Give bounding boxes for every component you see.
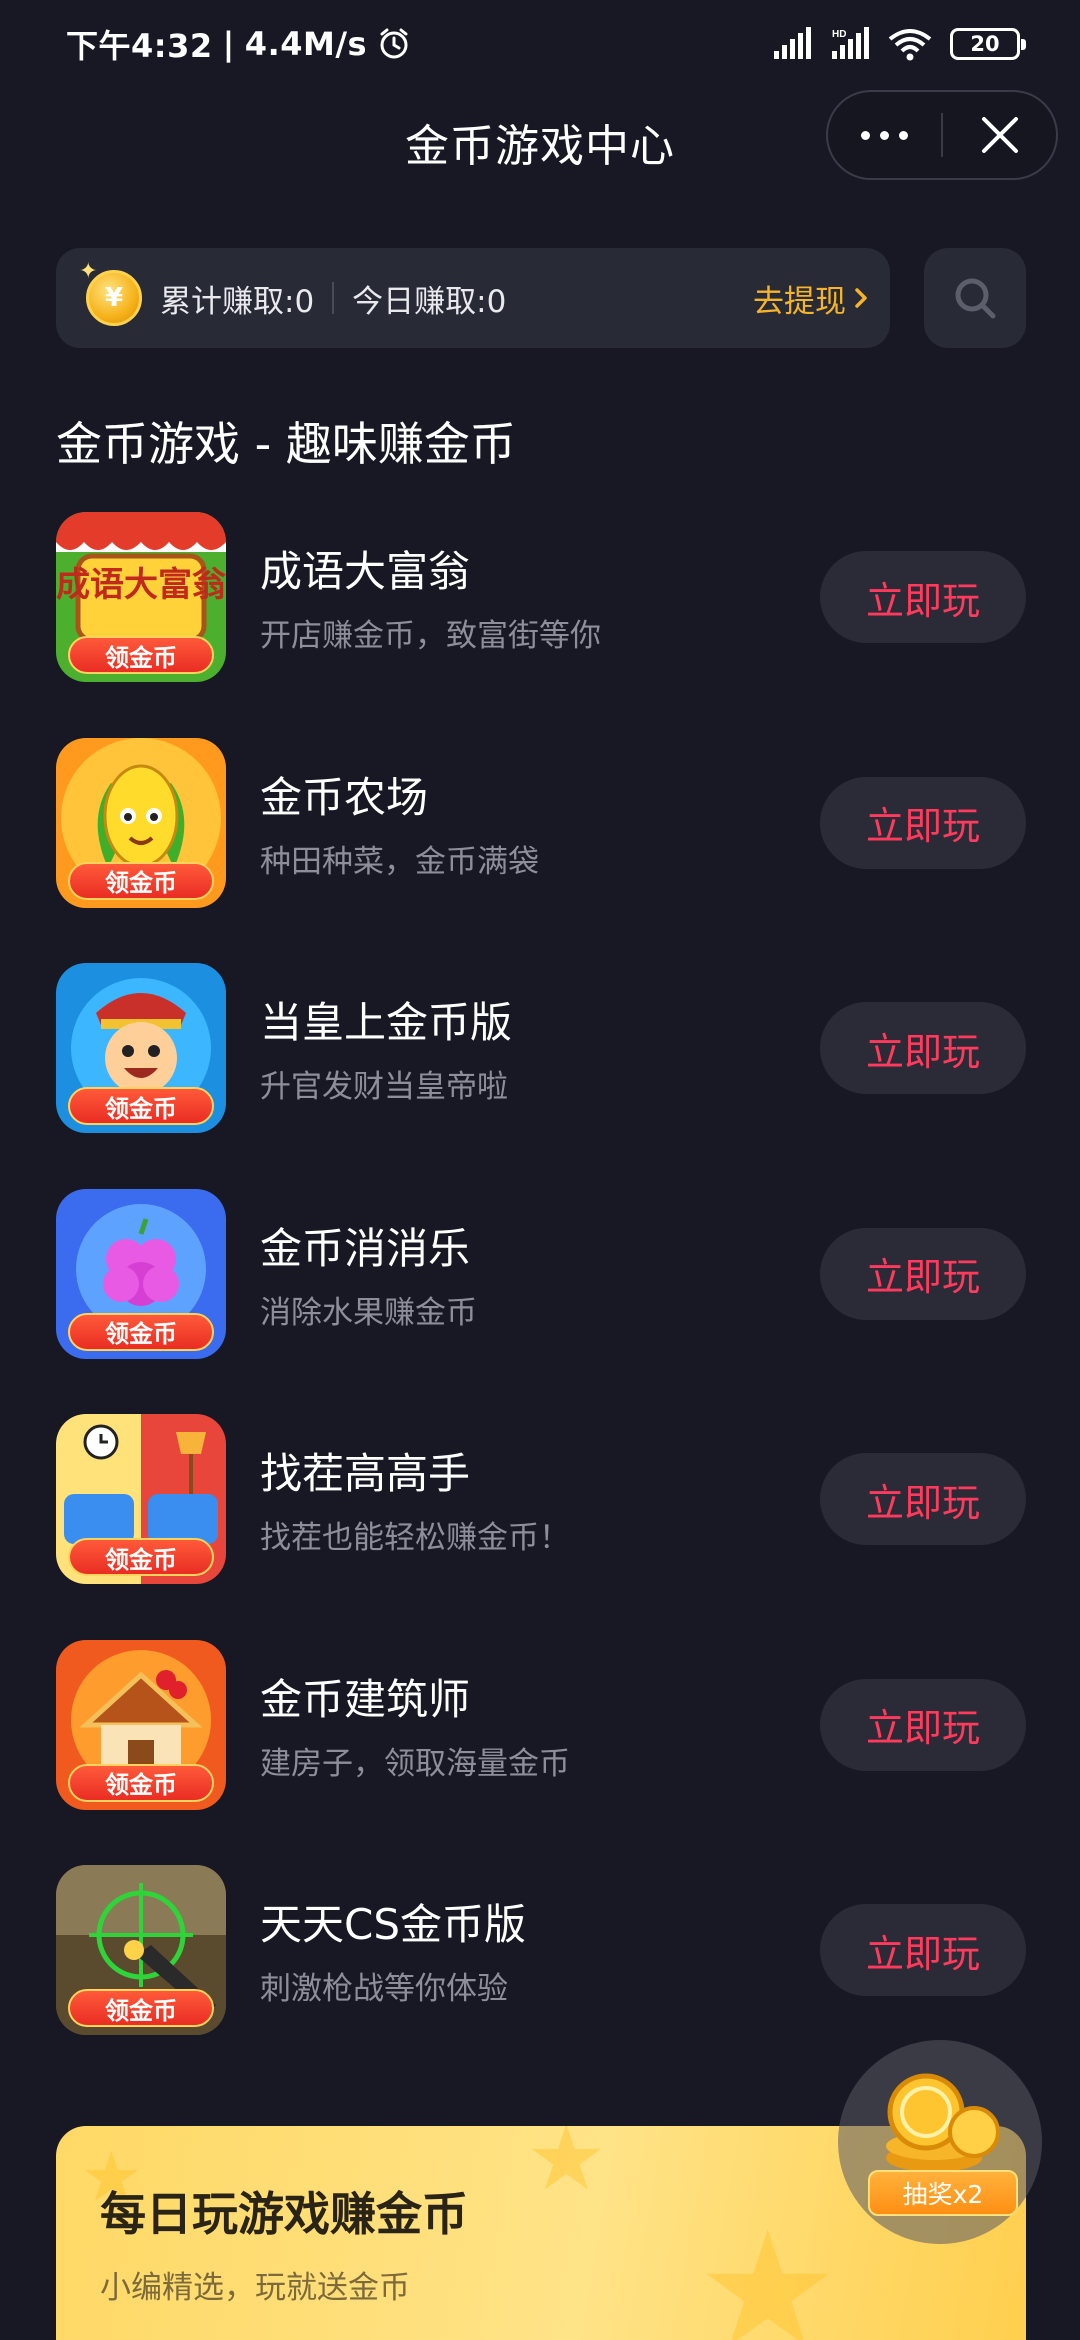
play-button[interactable]: 立即玩 — [820, 1904, 1026, 1996]
play-button[interactable]: 立即玩 — [820, 1002, 1026, 1094]
banner-title: 每日玩游戏赚金币 — [100, 2187, 468, 2241]
search-button[interactable] — [924, 248, 1026, 348]
coin-icon: ✦ ¥ — [79, 259, 142, 326]
game-icon-cs-shooter: 领金币 — [56, 1865, 226, 2035]
star-decoration-icon: ★ — [526, 2126, 607, 2211]
wifi-icon — [888, 29, 932, 61]
battery-level: 20 — [970, 32, 1000, 56]
game-icon-match-three: 领金币 — [56, 1188, 226, 1359]
more-button[interactable] — [828, 92, 941, 178]
search-icon — [955, 278, 996, 319]
game-name: 当皇上金币版 — [260, 998, 513, 1047]
game-item[interactable]: 领金币 找茬高高手 找茬也能轻松赚金币！ 立即玩 — [0, 1412, 1080, 1638]
game-item[interactable]: 领金币 当皇上金币版 升官发财当皇帝啦 立即玩 — [0, 961, 1080, 1187]
section-title: 金币游戏 - 趣味赚金币 — [56, 417, 516, 471]
badge: 领金币 — [68, 1087, 214, 1125]
more-dot — [880, 130, 889, 140]
chevron-right-icon — [855, 288, 867, 308]
game-item[interactable]: 领金币 金币消消乐 消除水果赚金币 立即玩 — [0, 1187, 1080, 1413]
status-right: HD 20 — [772, 27, 1026, 61]
close-button[interactable] — [943, 92, 1056, 178]
game-icon-spot-difference: 领金币 — [56, 1414, 226, 1584]
earnings-divider — [332, 282, 335, 314]
game-list: 成语大富翁 领金币 成语大富翁 开店赚金币，致富街等你 立即玩 领金币 金币农场… — [0, 510, 1080, 2089]
badge: 领金币 — [68, 1538, 214, 1576]
game-item[interactable]: 成语大富翁 领金币 成语大富翁 开店赚金币，致富街等你 立即玩 — [0, 510, 1080, 736]
game-icon-builder: 领金币 — [56, 1639, 226, 1810]
game-name: 金币建筑师 — [260, 1674, 471, 1724]
coin-stack-icon — [886, 2073, 1000, 2172]
game-name: 天天CS金币版 — [260, 1900, 526, 1949]
game-name: 金币农场 — [260, 772, 429, 822]
badge: 领金币 — [68, 1763, 214, 1802]
network-speed: 4.4M/s — [244, 25, 368, 63]
status-separator: | — [222, 25, 235, 63]
title-bar: 金币游戏中心 — [0, 88, 1080, 198]
badge: 领金币 — [68, 1312, 214, 1351]
mini-program-capsule — [826, 90, 1058, 180]
cellular-signal-icon — [774, 27, 811, 59]
lottery-float-button[interactable]: 抽奖x2 — [838, 2040, 1042, 2244]
alarm-clock-icon — [380, 28, 408, 59]
lottery-label: 抽奖x2 — [868, 2170, 1018, 2216]
play-button[interactable]: 立即玩 — [820, 551, 1026, 643]
more-dots-icon — [861, 130, 870, 140]
icon-art-text: 成语大富翁 — [56, 565, 226, 605]
game-icon-idiom-tycoon: 成语大富翁 领金币 — [56, 512, 226, 682]
more-dot — [899, 130, 908, 140]
play-button[interactable]: 立即玩 — [820, 776, 1026, 869]
game-description: 找茬也能轻松赚金币！ — [260, 1520, 570, 1556]
game-name: 成语大富翁 — [260, 547, 471, 596]
game-description: 消除水果赚金币 — [260, 1294, 477, 1331]
star-decoration-icon: ★ — [696, 2196, 840, 2340]
game-description: 升官发财当皇帝啦 — [260, 1069, 508, 1105]
status-time: 下午4:32 — [66, 27, 213, 65]
earnings-bar: ✦ ¥ 累计赚取:0 今日赚取:0 去提现 — [56, 248, 890, 348]
game-icon-emperor: 领金币 — [56, 963, 226, 1133]
play-button[interactable]: 立即玩 — [820, 1678, 1026, 1771]
coin-symbol: ¥ — [104, 283, 124, 313]
game-icon-coin-farm: 领金币 — [56, 737, 226, 908]
badge: 领金币 — [68, 636, 214, 674]
badge: 领金币 — [68, 1989, 214, 2027]
status-bar: 下午4:32 | 4.4M/s HD 20 — [0, 0, 1080, 88]
battery-icon: 20 — [950, 28, 1026, 60]
cellular-signal-hd-icon: HD — [832, 27, 869, 59]
game-description: 开店赚金币，致富街等你 — [260, 618, 601, 654]
game-description: 刺激枪战等你体验 — [260, 1971, 508, 2007]
game-name: 金币消消乐 — [260, 1223, 471, 1273]
withdraw-link[interactable]: 去提现 — [753, 276, 868, 321]
banner-subtitle: 小编精选，玩就送金币 — [100, 2270, 410, 2306]
game-item[interactable]: 领金币 金币建筑师 建房子，领取海量金币 立即玩 — [0, 1638, 1080, 1864]
game-description: 建房子，领取海量金币 — [260, 1745, 570, 1782]
game-name: 找茬高高手 — [260, 1449, 471, 1498]
game-description: 种田种菜，金币满袋 — [260, 843, 539, 880]
withdraw-label: 去提现 — [753, 283, 846, 320]
status-left: 下午4:32 | 4.4M/s — [66, 21, 411, 67]
svg-text:HD: HD — [832, 29, 846, 40]
close-icon — [981, 117, 1018, 153]
play-button[interactable]: 立即玩 — [820, 1453, 1026, 1545]
sparkle-icon: ✦ — [79, 259, 98, 284]
total-earned: 累计赚取:0 — [160, 283, 315, 320]
game-item[interactable]: 领金币 金币农场 种田种菜，金币满袋 立即玩 — [0, 736, 1080, 962]
today-earned: 今日赚取:0 — [352, 283, 507, 320]
play-button[interactable]: 立即玩 — [820, 1227, 1026, 1320]
badge: 领金币 — [68, 861, 214, 900]
